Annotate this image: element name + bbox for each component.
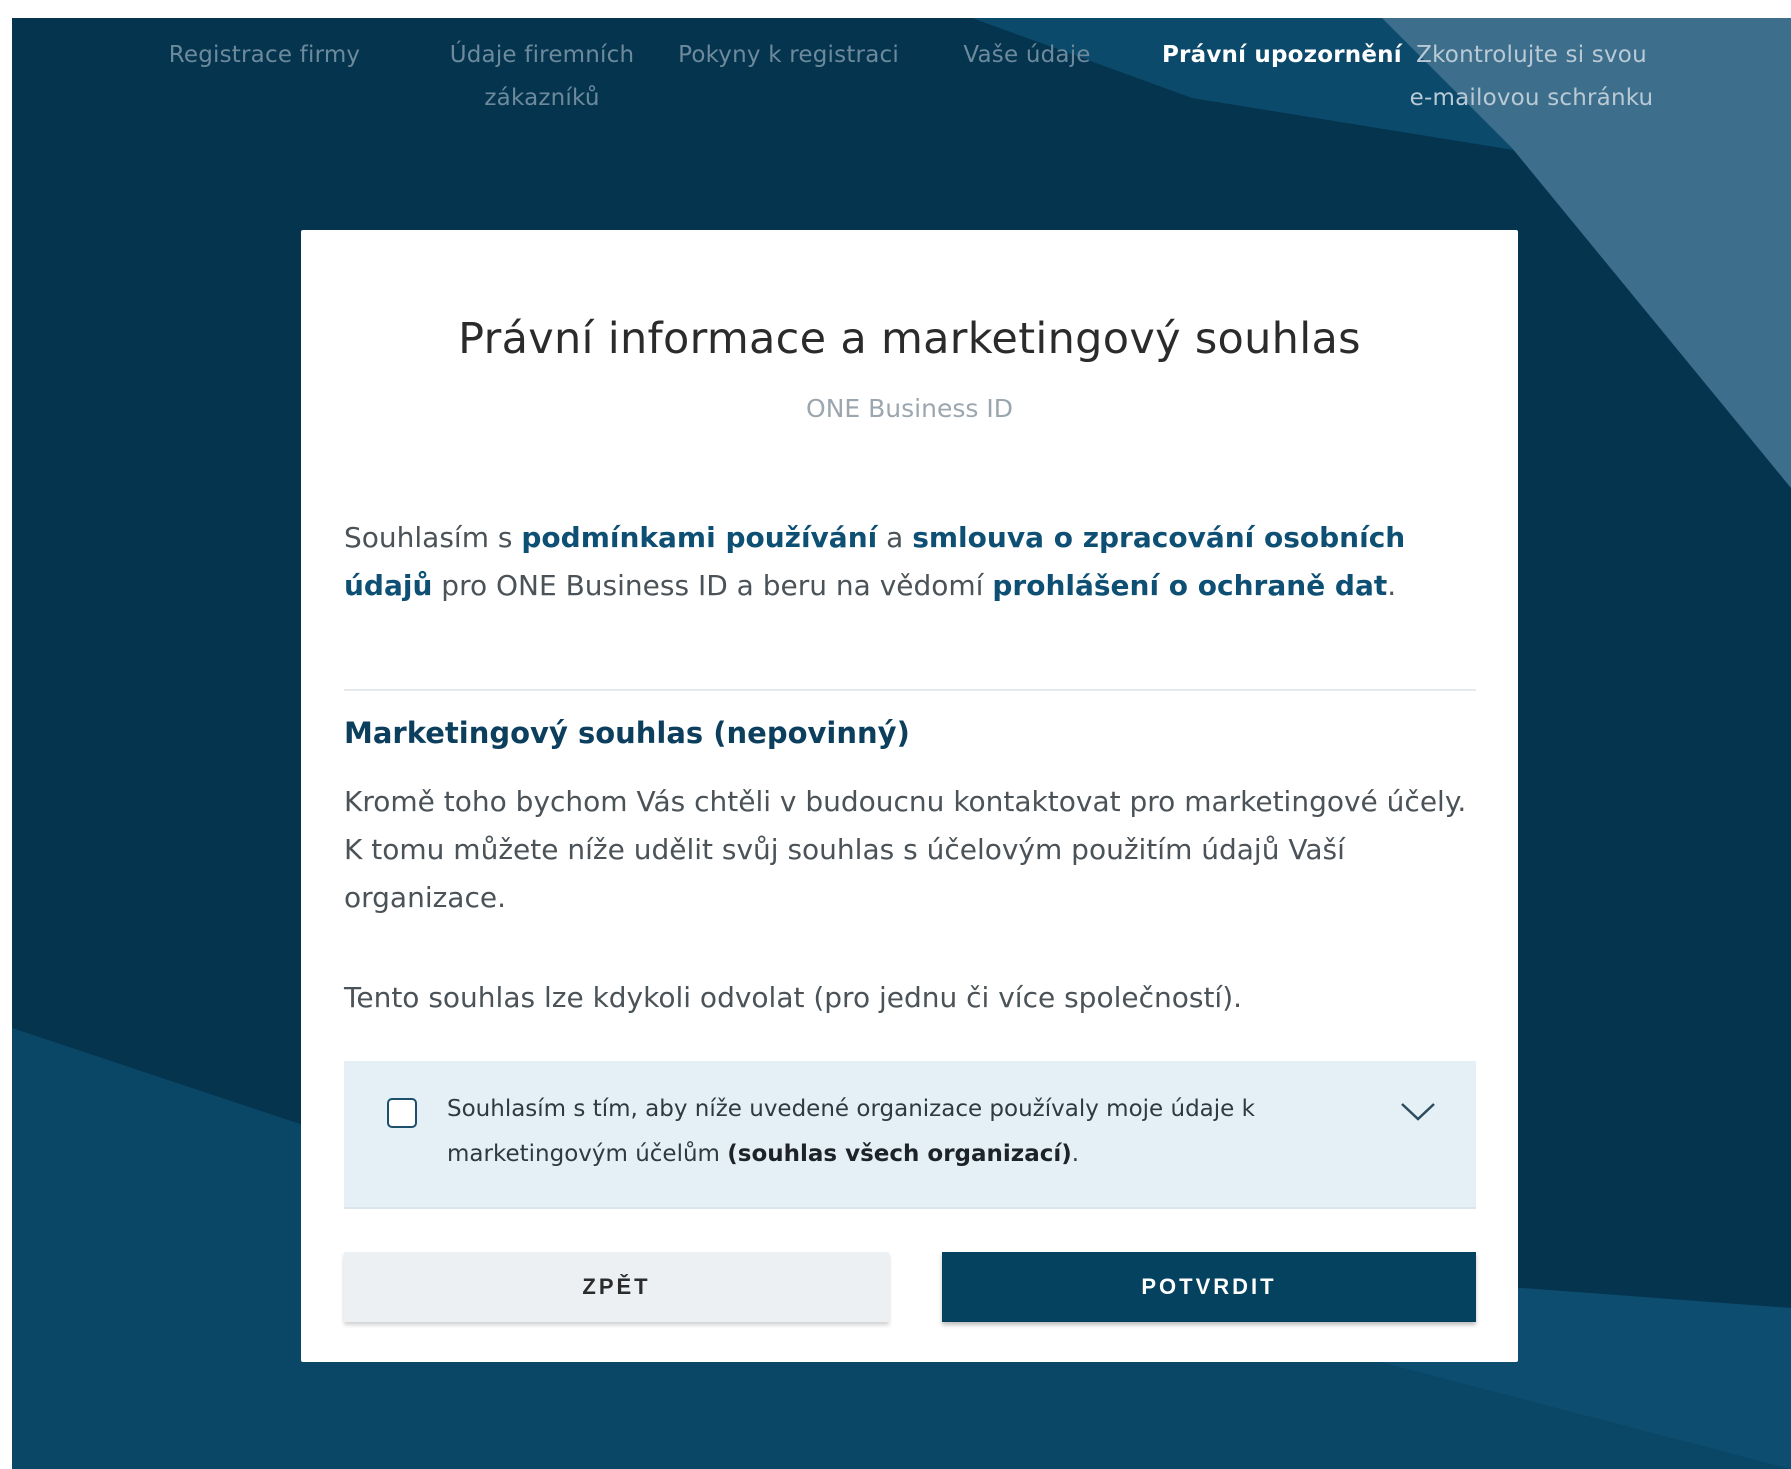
- marketing-consent-description: Kromě toho bychom Vás chtěli v budoucnu …: [344, 785, 1467, 914]
- step-label: Registrace firmy: [168, 42, 361, 68]
- step-vase-udaje[interactable]: Vaše údaje: [952, 34, 1102, 77]
- legal-agreement-text: Souhlasím s podmínkami používání a smlou…: [344, 514, 1484, 610]
- marketing-consent-revoke-note: Tento souhlas lze kdykoli odvolat (pro j…: [344, 981, 1243, 1014]
- confirm-button[interactable]: POTVRDIT: [942, 1252, 1476, 1322]
- step-label: Pokyny k registraci: [678, 42, 899, 68]
- consent-label-end: .: [1071, 1141, 1080, 1167]
- step-label: Právní upozornění: [1162, 42, 1402, 68]
- step-udaje-firemnich-zakazniku[interactable]: Údaje firemních zákazníků: [432, 34, 652, 120]
- marketing-consent-heading: Marketingový souhlas (nepovinný): [344, 716, 910, 750]
- legal-consent-card: Právní informace a marketingový souhlas …: [301, 230, 1518, 1362]
- page-subtitle: ONE Business ID: [806, 394, 1013, 423]
- legal-text-part: a: [877, 521, 913, 554]
- section-divider: [344, 689, 1476, 691]
- page-background: Registrace firmy Údaje firemních zákazní…: [12, 18, 1791, 1469]
- legal-text-part: Souhlasím s: [344, 521, 522, 554]
- marketing-consent-panel[interactable]: Souhlasím s tím, aby níže uvedené organi…: [344, 1061, 1476, 1209]
- step-label-line2: e-mailovou schránku: [1409, 85, 1654, 111]
- step-pokyny-k-registraci[interactable]: Pokyny k registraci: [666, 34, 911, 77]
- legal-text-part: pro ONE Business ID a beru na vědomí: [432, 569, 993, 602]
- step-label: Údaje firemních: [449, 42, 635, 68]
- privacy-statement-link[interactable]: prohlášení o ochraně dat: [992, 569, 1387, 602]
- step-pravni-upozorneni[interactable]: Právní upozornění: [1162, 34, 1402, 77]
- terms-of-use-link[interactable]: podmínkami používání: [521, 521, 877, 554]
- step-zkontrolujte-emailovou-schranku[interactable]: Zkontrolujte si svou e-mailovou schránku: [1404, 34, 1659, 120]
- page-title: Právní informace a marketingový souhlas: [458, 314, 1361, 364]
- step-label: Zkontrolujte si svou: [1416, 42, 1647, 68]
- step-registrace-firmy[interactable]: Registrace firmy: [157, 34, 372, 77]
- marketing-consent-label: Souhlasím s tím, aby níže uvedené organi…: [447, 1087, 1327, 1177]
- step-label: Vaše údaje: [963, 42, 1091, 68]
- registration-stepper: Registrace firmy Údaje firemních zákazní…: [12, 18, 1791, 128]
- step-label-line2: zákazníků: [484, 85, 600, 111]
- chevron-down-icon[interactable]: [1400, 1101, 1436, 1123]
- back-button[interactable]: ZPĚT: [344, 1252, 889, 1322]
- legal-text-part: .: [1387, 569, 1397, 602]
- marketing-consent-checkbox[interactable]: [387, 1098, 417, 1128]
- consent-label-bold: (souhlas všech organizací): [727, 1141, 1072, 1167]
